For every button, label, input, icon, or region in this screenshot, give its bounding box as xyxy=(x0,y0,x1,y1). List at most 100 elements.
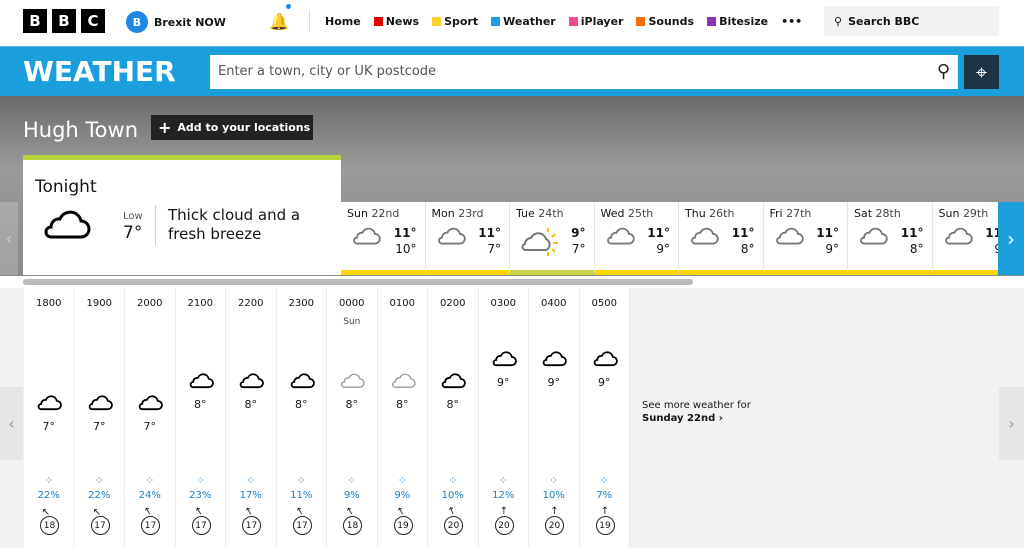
nav-item-bitesize[interactable]: Bitesize xyxy=(707,15,768,28)
day-tab[interactable]: Sun 22nd 11° 10° xyxy=(341,202,426,275)
global-header: BBC B Brexit NOW 🔔 Home News Sport Weather iP… xyxy=(0,0,1024,46)
hour-column[interactable]: 0200 8° ⁘ 10% ↑ 20 xyxy=(428,288,479,548)
weather-logo[interactable]: WEATHER xyxy=(23,55,176,88)
raindrops-icon: ⁘ xyxy=(145,474,155,487)
hour-column[interactable]: 2000 7° ⁘ 24% ↑ 17 xyxy=(125,288,176,548)
chevron-left-icon: ‹ xyxy=(5,229,13,248)
hour-column[interactable]: 0000 Sun 8° ⁘ 9% ↑ 18 xyxy=(327,288,378,548)
hours-next-button[interactable]: › xyxy=(999,387,1024,460)
hour-column[interactable]: 0400 9° ⁘ 10% ↑ 20 xyxy=(529,288,580,548)
day-tab[interactable]: Sat 28th 11° 8° xyxy=(848,202,933,275)
hour-column[interactable]: 1900 7° ⁘ 22% ↑ 17 xyxy=(74,288,125,548)
rain-chance: 9% xyxy=(343,490,360,501)
day-tab[interactable]: Wed 25th 11° 9° xyxy=(594,202,679,275)
search-bbc[interactable]: ⚲ Search BBC xyxy=(824,6,999,36)
hour-temp: 8° xyxy=(396,398,409,411)
day-tab[interactable]: Fri 27th 11° 9° xyxy=(763,202,848,275)
hour-temp: 7° xyxy=(42,420,56,433)
rain-chance: 17% xyxy=(239,490,262,501)
nav-label: Sounds xyxy=(648,15,695,28)
day-name: Wed 25th xyxy=(601,207,654,220)
low-temp: 9° xyxy=(656,242,670,256)
search-icon: ⚲ xyxy=(834,14,843,28)
cloud-icon xyxy=(541,350,567,371)
search-placeholder: Enter a town, city or UK postcode xyxy=(218,64,437,79)
day-of-week: Sun xyxy=(347,207,368,220)
chevron-right-icon: › xyxy=(1007,226,1015,251)
nav-item-sport[interactable]: Sport xyxy=(432,15,478,28)
wind-speed: 20 xyxy=(494,516,514,535)
brexit-label: Brexit NOW xyxy=(154,15,226,29)
raindrops-icon: ⁘ xyxy=(448,474,458,487)
high-temp: 11° xyxy=(647,226,670,240)
nav-item-sounds[interactable]: Sounds xyxy=(636,15,694,28)
rain-chance: 10% xyxy=(441,490,464,501)
nav-item-weather[interactable]: Weather xyxy=(491,15,556,28)
wind-speed: 19 xyxy=(393,516,413,535)
day-date: 23rd xyxy=(458,207,484,220)
nav-sport-icon xyxy=(432,17,442,26)
cloud-icon xyxy=(943,226,973,250)
day-name: Tue 24th xyxy=(516,207,564,220)
days-next-button[interactable]: › xyxy=(998,202,1024,275)
day-tab[interactable]: Mon 23rd 11° 7° xyxy=(425,202,510,275)
notifications-bell-icon[interactable]: 🔔 xyxy=(269,12,289,31)
tonight-panel[interactable]: Tonight Low 7° Thick cloud and a fresh b… xyxy=(23,155,341,275)
raindrops-icon: ⁘ xyxy=(599,474,609,487)
day-date: 28th xyxy=(875,207,901,220)
hour-column[interactable]: 2200 8° ⁘ 17% ↑ 17 xyxy=(226,288,277,548)
bbc-logo[interactable]: BBC xyxy=(23,9,105,33)
search-icon[interactable]: ⚲ xyxy=(937,61,950,82)
hour-column[interactable]: 2100 8° ⁘ 23% ↑ 17 xyxy=(175,288,226,548)
rain-chance: 7% xyxy=(596,490,613,501)
add-location-button[interactable]: + Add to your locations xyxy=(151,115,313,140)
day-tab[interactable]: Tue 24th 9° 7° xyxy=(510,202,595,275)
see-more-link[interactable]: See more weather for Sunday 22nd › xyxy=(642,399,751,425)
plus-icon: + xyxy=(158,118,172,137)
hours-prev-button[interactable]: ‹ xyxy=(0,387,23,460)
day-name: Mon 23rd xyxy=(432,207,484,220)
day-name: Sun 29th xyxy=(939,207,989,220)
nav-item-home[interactable]: Home xyxy=(325,15,361,28)
hour-column[interactable]: 0100 8° ⁘ 9% ↑ 19 xyxy=(377,288,428,548)
hour-column[interactable]: 0500 9° ⁘ 7% ↑ 19 xyxy=(579,288,630,548)
locate-me-button[interactable]: ⌖ xyxy=(964,55,999,89)
nav-item-news[interactable]: News xyxy=(373,15,419,28)
hour-column[interactable]: 1800 7° ⁘ 22% ↑ 18 xyxy=(24,288,75,548)
wind-speed: 17 xyxy=(191,516,211,535)
nav-label: Weather xyxy=(503,15,556,28)
rain-chance: 10% xyxy=(542,490,565,501)
weather-bar: WEATHER Enter a town, city or UK postcod… xyxy=(0,46,1024,96)
hour-time: 0100 xyxy=(389,298,415,309)
nav-label: iPlayer xyxy=(580,15,624,28)
high-temp: 11° xyxy=(731,226,755,240)
raindrops-icon: ⁘ xyxy=(94,474,104,487)
hour-time: 0200 xyxy=(440,298,466,309)
hour-column[interactable]: 2300 8° ⁘ 11% ↑ 17 xyxy=(276,288,327,548)
day-date: 24th xyxy=(538,207,564,220)
hour-column[interactable]: 0300 9° ⁘ 12% ↑ 20 xyxy=(478,288,529,548)
raindrops-icon: ⁘ xyxy=(498,474,508,487)
raindrops-icon: ⁘ xyxy=(549,474,559,487)
see-more-text: See more weather for xyxy=(642,400,751,411)
more-nav-button[interactable]: ••• xyxy=(781,15,802,28)
location-search-input[interactable]: Enter a town, city or UK postcode ⚲ xyxy=(210,55,958,89)
nav-item-iplayer[interactable]: iPlayer xyxy=(568,15,624,28)
chevron-left-icon: ‹ xyxy=(8,414,15,433)
brexit-now-link[interactable]: B Brexit NOW xyxy=(126,11,226,33)
logo-b1: B xyxy=(23,9,47,33)
horizontal-scrollbar[interactable] xyxy=(23,279,693,285)
hour-temp: 8° xyxy=(244,398,258,411)
day-tab[interactable]: Thu 26th 11° 8° xyxy=(679,202,764,275)
hourly-forecast: ‹ See more weather for Sunday 22nd › › 18… xyxy=(0,288,1024,548)
cloud-icon xyxy=(87,394,113,415)
days-prev-button[interactable]: ‹ xyxy=(0,202,18,275)
day-tab[interactable]: Sun 29th11°9° xyxy=(932,202,998,275)
day-of-week: Mon xyxy=(431,207,455,220)
cloud-icon xyxy=(188,372,214,393)
hour-temp: 8° xyxy=(194,398,207,411)
add-location-label: Add to your locations xyxy=(177,121,311,134)
day-name: Sat 28th xyxy=(854,207,901,220)
rain-chance: 9% xyxy=(394,490,411,501)
wind-speed: 17 xyxy=(242,516,261,535)
